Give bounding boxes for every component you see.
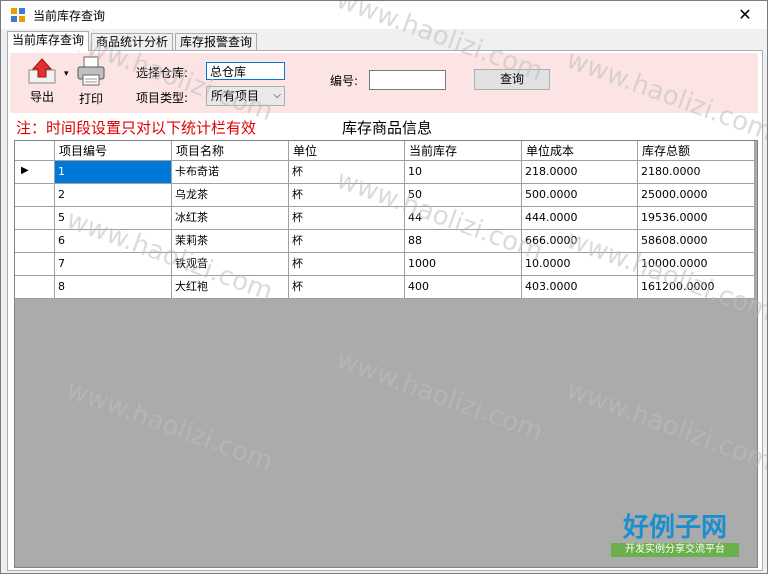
warehouse-input[interactable]: 总仓库 [206, 62, 285, 80]
table-cell[interactable]: 铁观音 [172, 253, 289, 276]
brand-logo: 好例子网 开发实例分享交流平台 [611, 513, 739, 557]
row-header[interactable] [15, 230, 55, 253]
table-cell[interactable]: 5 [55, 207, 172, 230]
table-cell[interactable]: 2180.0000 [638, 161, 755, 184]
row-header[interactable]: ▶ [15, 161, 55, 184]
column-header-unit-cost[interactable]: 单位成本 [522, 141, 638, 161]
table-cell[interactable]: 88 [405, 230, 522, 253]
window-title: 当前库存查询 [33, 9, 106, 23]
export-label: 导出 [29, 90, 54, 104]
print-label: 打印 [78, 92, 103, 106]
table-cell[interactable]: 卡布奇诺 [172, 161, 289, 184]
column-header-total-value[interactable]: 库存总额 [638, 141, 755, 161]
table-cell[interactable]: 666.0000 [522, 230, 638, 253]
table-cell[interactable]: 乌龙茶 [172, 184, 289, 207]
current-row-indicator-icon: ▶ [21, 165, 29, 176]
table-cell[interactable]: 大红袍 [172, 276, 289, 299]
table-cell[interactable]: 444.0000 [522, 207, 638, 230]
column-header-current-stock[interactable]: 当前库存 [405, 141, 522, 161]
printer-icon [77, 56, 105, 86]
table-cell[interactable]: 161200.0000 [638, 276, 755, 299]
table-cell[interactable]: 1000 [405, 253, 522, 276]
tab-current-inventory[interactable]: 当前库存查询 [7, 31, 90, 51]
tab-product-statistics[interactable]: 商品统计分析 [91, 33, 174, 51]
table-cell[interactable]: 10.0000 [522, 253, 638, 276]
export-icon [28, 58, 56, 84]
row-header[interactable] [15, 207, 55, 230]
close-icon: ✕ [738, 5, 752, 24]
close-button[interactable]: ✕ [723, 1, 767, 29]
row-header[interactable] [15, 184, 55, 207]
title-bar: 当前库存查询 ✕ [1, 1, 767, 29]
row-header[interactable] [15, 276, 55, 299]
table-cell[interactable]: 1 [55, 161, 172, 184]
table-cell[interactable]: 6 [55, 230, 172, 253]
table-cell[interactable]: 茉莉茶 [172, 230, 289, 253]
brand-logo-text: 好例子网 [622, 513, 727, 543]
table-cell[interactable]: 杯 [289, 230, 405, 253]
table-cell[interactable]: 10000.0000 [638, 253, 755, 276]
table-cell[interactable]: 44 [405, 207, 522, 230]
item-type-select[interactable]: 所有项目 ⌵ [206, 86, 285, 106]
table-cell[interactable]: 50 [405, 184, 522, 207]
code-label: 编号: [330, 74, 359, 88]
brand-logo-subtitle: 开发实例分享交流平台 [611, 543, 739, 557]
table-cell[interactable]: 杯 [289, 161, 405, 184]
table-cell[interactable]: 400 [405, 276, 522, 299]
app-icon [11, 8, 25, 22]
chevron-down-icon: ⌵ [273, 90, 281, 101]
column-header-unit[interactable]: 单位 [289, 141, 405, 161]
table-cell[interactable]: 58608.0000 [638, 230, 755, 253]
grid-title: 库存商品信息 [342, 119, 433, 137]
table-cell[interactable]: 19536.0000 [638, 207, 755, 230]
table-cell[interactable]: 杯 [289, 253, 405, 276]
table-cell[interactable]: 7 [55, 253, 172, 276]
export-button[interactable]: 导出 [24, 57, 60, 105]
print-button[interactable]: 打印 [72, 55, 110, 107]
tab-panel: 导出 ▾ 打印 选择仓库: 总仓库 项目类型: 所有项目 ⌵ 编号: 查询 注：… [7, 50, 763, 571]
table-cell[interactable]: 8 [55, 276, 172, 299]
table-cell[interactable]: 杯 [289, 184, 405, 207]
main-window: 当前库存查询 ✕ 当前库存查询 商品统计分析 库存报警查询 导出 ▾ 打印 选择… [0, 0, 768, 574]
export-dropdown-arrow-icon[interactable]: ▾ [64, 69, 69, 79]
code-input[interactable] [369, 70, 446, 90]
column-header-item-name[interactable]: 项目名称 [172, 141, 289, 161]
item-type-label: 项目类型: [136, 91, 189, 105]
table-cell[interactable]: 杯 [289, 207, 405, 230]
table-cell[interactable]: 218.0000 [522, 161, 638, 184]
table-cell[interactable]: 冰红茶 [172, 207, 289, 230]
table-cell[interactable]: 25000.0000 [638, 184, 755, 207]
table-cell[interactable]: 403.0000 [522, 276, 638, 299]
column-header-item-code[interactable]: 项目编号 [55, 141, 172, 161]
time-range-note: 注：时间段设置只对以下统计栏有效 [16, 119, 257, 137]
table-cell[interactable]: 10 [405, 161, 522, 184]
toolbar: 导出 ▾ 打印 选择仓库: 总仓库 项目类型: 所有项目 ⌵ 编号: 查询 [10, 53, 758, 113]
query-button[interactable]: 查询 [474, 69, 550, 90]
table-cell[interactable]: 2 [55, 184, 172, 207]
inventory-grid[interactable]: 项目编号 项目名称 单位 当前库存 单位成本 库存总额 ▶ 1 卡布奇诺 杯 1… [14, 140, 758, 568]
grid-corner-header[interactable] [15, 141, 55, 161]
item-type-value: 所有项目 [211, 89, 260, 103]
table-cell[interactable]: 杯 [289, 276, 405, 299]
warehouse-label: 选择仓库: [136, 66, 189, 80]
tab-inventory-alert[interactable]: 库存报警查询 [175, 33, 258, 51]
row-header[interactable] [15, 253, 55, 276]
table-cell[interactable]: 500.0000 [522, 184, 638, 207]
